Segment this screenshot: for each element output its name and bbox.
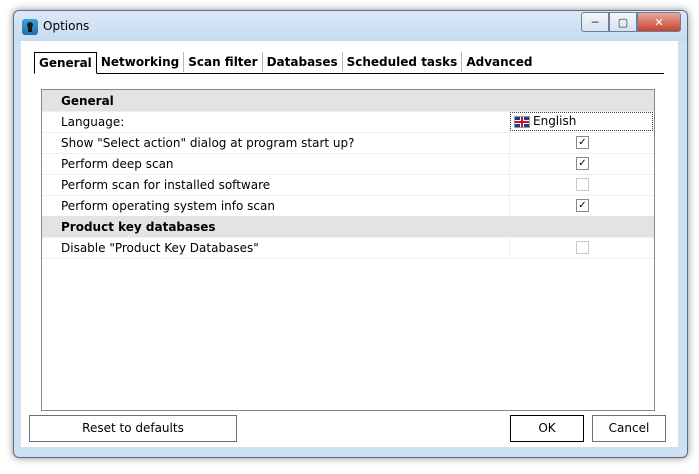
property-label: Perform operating system info scan xyxy=(61,199,275,213)
property-label: Perform deep scan xyxy=(61,157,174,171)
tab-databases[interactable]: Databases xyxy=(263,52,343,72)
deep-scan-checkbox[interactable]: ✓ xyxy=(576,157,589,170)
dialog-client-area: General Networking Scan filter Databases… xyxy=(21,41,678,447)
property-row-language[interactable]: Language: English xyxy=(42,111,654,133)
property-label: Language: xyxy=(61,115,125,129)
tab-advanced[interactable]: Advanced xyxy=(462,52,536,72)
caption-buttons: ─ ▢ ✕ xyxy=(581,12,681,32)
reset-to-defaults-button[interactable]: Reset to defaults xyxy=(29,415,237,442)
close-icon: ✕ xyxy=(654,15,664,29)
tab-networking[interactable]: Networking xyxy=(97,52,185,72)
language-value: English xyxy=(533,114,577,128)
minimize-button[interactable]: ─ xyxy=(581,12,609,32)
installed-software-checkbox[interactable] xyxy=(576,178,589,191)
section-title: Product key databases xyxy=(61,220,216,234)
window-title: Options xyxy=(43,19,90,33)
minimize-icon: ─ xyxy=(591,15,599,29)
property-row-installed-software[interactable]: Perform scan for installed software xyxy=(42,174,654,196)
property-row-os-info-scan[interactable]: Perform operating system info scan ✓ xyxy=(42,195,654,217)
section-header-general: General xyxy=(42,90,654,112)
app-icon xyxy=(22,19,38,35)
section-title: General xyxy=(61,94,114,108)
title-bar[interactable]: Options ─ ▢ ✕ xyxy=(14,11,687,41)
ok-button[interactable]: OK xyxy=(510,415,584,442)
cancel-button[interactable]: Cancel xyxy=(592,415,666,442)
property-grid: General Language: English Show "Select a… xyxy=(41,89,655,411)
property-label: Disable "Product Key Databases" xyxy=(61,241,259,255)
language-select[interactable]: English xyxy=(510,112,653,131)
property-row-select-action-dialog[interactable]: Show "Select action" dialog at program s… xyxy=(42,132,654,154)
close-button[interactable]: ✕ xyxy=(637,12,681,32)
tab-strip: General Networking Scan filter Databases… xyxy=(34,52,664,74)
maximize-icon: ▢ xyxy=(617,15,629,29)
os-info-scan-checkbox[interactable]: ✓ xyxy=(576,199,589,212)
tab-scan-filter[interactable]: Scan filter xyxy=(184,52,263,72)
tab-general[interactable]: General xyxy=(34,52,97,74)
maximize-button[interactable]: ▢ xyxy=(609,12,637,32)
tab-scheduled-tasks[interactable]: Scheduled tasks xyxy=(343,52,463,72)
property-label: Show "Select action" dialog at program s… xyxy=(61,136,355,150)
select-action-checkbox[interactable]: ✓ xyxy=(576,136,589,149)
section-header-product-key-databases: Product key databases xyxy=(42,216,654,238)
property-label: Perform scan for installed software xyxy=(61,178,271,192)
uk-flag-icon xyxy=(514,116,530,128)
disable-product-key-databases-checkbox[interactable] xyxy=(576,241,589,254)
property-row-deep-scan[interactable]: Perform deep scan ✓ xyxy=(42,153,654,175)
property-row-disable-product-key-databases[interactable]: Disable "Product Key Databases" xyxy=(42,237,654,259)
options-window: Options ─ ▢ ✕ General Networking Scan fi… xyxy=(13,10,688,458)
